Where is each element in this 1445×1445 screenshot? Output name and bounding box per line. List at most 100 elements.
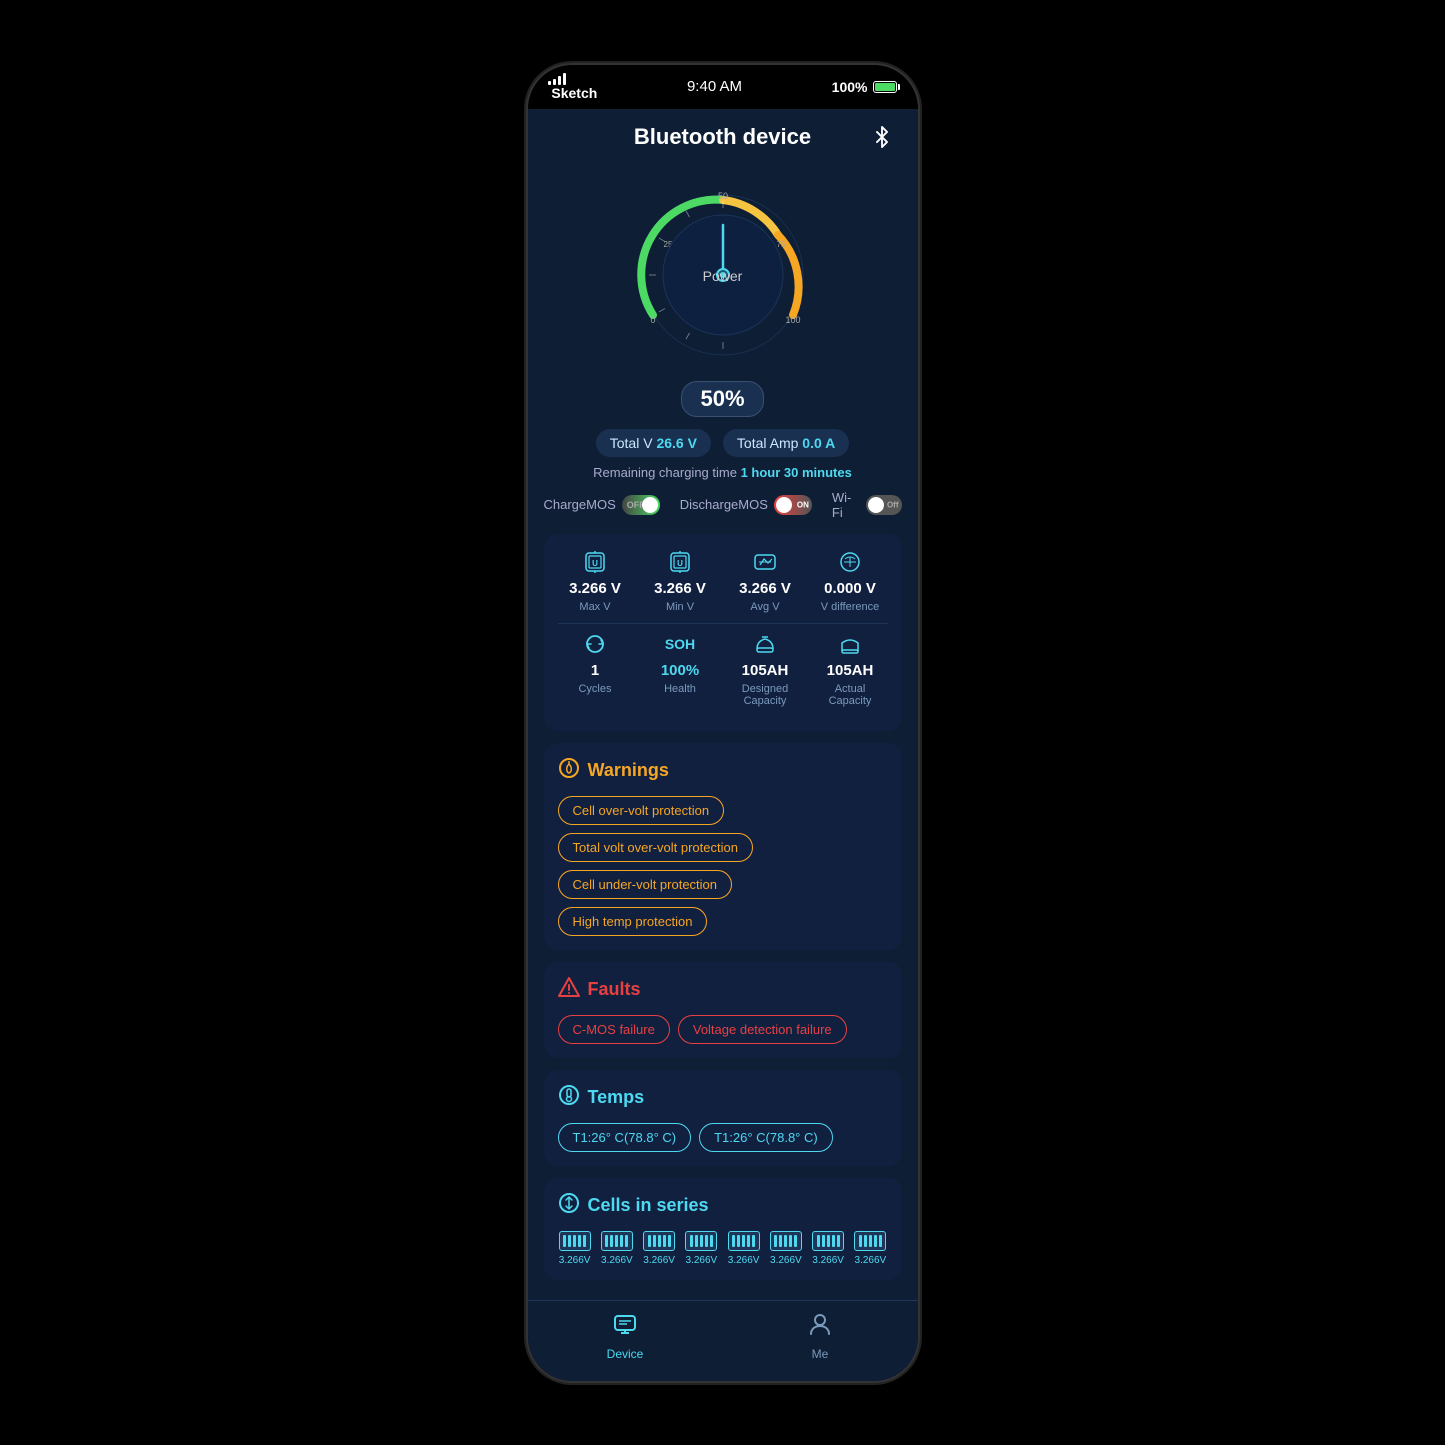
warnings-header: Warnings — [558, 757, 888, 784]
v-diff-icon — [837, 548, 863, 576]
metric-designed-cap: 105AH Designed Capacity — [728, 630, 803, 707]
health-icon: SOH — [665, 630, 695, 658]
nav-header: Bluetooth device — [528, 109, 918, 165]
cell-item-3: 3.266V — [685, 1231, 717, 1266]
cycles-label: Cycles — [578, 683, 611, 695]
metric-health: SOH 100% Health — [643, 630, 718, 707]
svg-text:0: 0 — [650, 315, 655, 325]
svg-text:100: 100 — [785, 315, 800, 325]
status-time: 9:40 AM — [687, 78, 742, 95]
wifi-toggle[interactable]: Off — [866, 495, 901, 515]
charge-mos-toggle[interactable]: OFF — [622, 495, 660, 515]
cell-value-3: 3.266V — [686, 1255, 718, 1266]
nav-me[interactable]: Me — [723, 1301, 918, 1381]
actual-cap-icon — [837, 630, 863, 658]
metrics-card: U 3.266 V Max V U — [544, 534, 902, 731]
cell-item-7: 3.266V — [854, 1231, 886, 1266]
warnings-title: Warnings — [588, 760, 669, 781]
gauge-label: Power — [703, 268, 743, 284]
bluetooth-icon[interactable] — [866, 121, 898, 153]
gauge-container: 0 50 100 25 75 — [544, 165, 902, 417]
svg-text:U: U — [592, 559, 598, 568]
temps-icon — [558, 1084, 580, 1111]
metrics-grid-bottom: 1 Cycles SOH 100% Health — [558, 630, 888, 707]
temps-card: Temps T1:26° C(78.8° C) T1:26° C(78.8° C… — [544, 1070, 902, 1166]
warning-tag-2: Cell under-volt protection — [558, 870, 733, 899]
faults-header: Faults — [558, 976, 888, 1003]
metric-avg-v: 3.266 V Avg V — [728, 548, 803, 613]
mos-row: ChargeMOS OFF DischargeMOS ON Wi-Fi Off — [544, 490, 902, 520]
svg-text:50: 50 — [717, 191, 727, 201]
cell-item-5: 3.266V — [770, 1231, 802, 1266]
cell-value-5: 3.266V — [770, 1255, 802, 1266]
cell-value-1: 3.266V — [601, 1255, 633, 1266]
stats-row: Total V 26.6 V Total Amp 0.0 A — [544, 429, 902, 457]
temp-tag-1: T1:26° C(78.8° C) — [699, 1123, 833, 1152]
gauge-percent-badge: 50% — [681, 381, 763, 417]
actual-cap-value: 105AH — [827, 662, 874, 679]
health-label: Health — [664, 683, 696, 695]
status-battery: 100% — [832, 79, 898, 95]
avg-v-value: 3.266 V — [739, 580, 791, 597]
cell-value-7: 3.266V — [855, 1255, 887, 1266]
discharge-mos: DischargeMOS ON — [680, 495, 812, 515]
charging-time: Remaining charging time 1 hour 30 minute… — [544, 465, 902, 480]
faults-icon — [558, 976, 580, 1003]
nav-device[interactable]: Device — [528, 1301, 723, 1381]
cell-value-2: 3.266V — [643, 1255, 675, 1266]
cell-item-2: 3.266V — [643, 1231, 675, 1266]
warning-tag-3: High temp protection — [558, 907, 708, 936]
gauge-center-text: Power — [703, 266, 743, 284]
device-nav-icon — [612, 1311, 638, 1343]
page-title: Bluetooth device — [634, 124, 811, 150]
cells-card: Cells in series 3.266V — [544, 1178, 902, 1280]
designed-cap-label: Designed Capacity — [728, 683, 803, 707]
bottom-nav: Device Me — [528, 1300, 918, 1381]
actual-cap-label: Actual Capacity — [813, 683, 888, 707]
cells-header: Cells in series — [558, 1192, 888, 1219]
cell-item-4: 3.266V — [728, 1231, 760, 1266]
me-nav-label: Me — [812, 1347, 829, 1361]
avg-v-icon — [752, 548, 778, 576]
metric-min-v: U 3.266 V Min V — [643, 548, 718, 613]
phone-frame: Sketch 9:40 AM 100% Bluetooth device — [528, 65, 918, 1381]
designed-cap-icon — [752, 630, 778, 658]
cell-item-6: 3.266V — [812, 1231, 844, 1266]
total-v-badge: Total V 26.6 V — [596, 429, 711, 457]
warnings-icon — [558, 757, 580, 784]
max-v-icon: U — [582, 548, 608, 576]
svg-text:75: 75 — [776, 240, 785, 249]
cells-grid: 3.266V 3.266V — [558, 1231, 888, 1266]
main-content: 0 50 100 25 75 — [528, 165, 918, 1300]
min-v-value: 3.266 V — [654, 580, 706, 597]
cell-item-0: 3.266V — [559, 1231, 591, 1266]
status-signal: Sketch — [548, 73, 598, 101]
faults-title: Faults — [588, 979, 641, 1000]
temps-tags: T1:26° C(78.8° C) T1:26° C(78.8° C) — [558, 1123, 888, 1152]
cell-value-6: 3.266V — [812, 1255, 844, 1266]
cycles-value: 1 — [591, 662, 599, 679]
svg-text:U: U — [677, 559, 683, 568]
discharge-mos-toggle[interactable]: ON — [774, 495, 812, 515]
max-v-value: 3.266 V — [569, 580, 621, 597]
total-amp-badge: Total Amp 0.0 A — [723, 429, 849, 457]
faults-tags: C-MOS failure Voltage detection failure — [558, 1015, 888, 1044]
cells-title: Cells in series — [588, 1195, 709, 1216]
cell-value-4: 3.266V — [728, 1255, 760, 1266]
metrics-grid-top: U 3.266 V Max V U — [558, 548, 888, 613]
avg-v-label: Avg V — [750, 601, 779, 613]
faults-card: Faults C-MOS failure Voltage detection f… — [544, 962, 902, 1058]
health-value: 100% — [661, 662, 699, 679]
min-v-icon: U — [667, 548, 693, 576]
max-v-label: Max V — [579, 601, 610, 613]
me-nav-icon — [807, 1311, 833, 1343]
metric-max-v: U 3.266 V Max V — [558, 548, 633, 613]
battery-icon — [873, 81, 897, 93]
v-diff-value: 0.000 V — [824, 580, 876, 597]
charge-mos: ChargeMOS OFF — [544, 495, 660, 515]
v-diff-label: V difference — [821, 601, 880, 613]
fault-tag-0: C-MOS failure — [558, 1015, 670, 1044]
warnings-card: Warnings Cell over-volt protection Total… — [544, 743, 902, 950]
metric-v-diff: 0.000 V V difference — [813, 548, 888, 613]
cycles-icon — [582, 630, 608, 658]
